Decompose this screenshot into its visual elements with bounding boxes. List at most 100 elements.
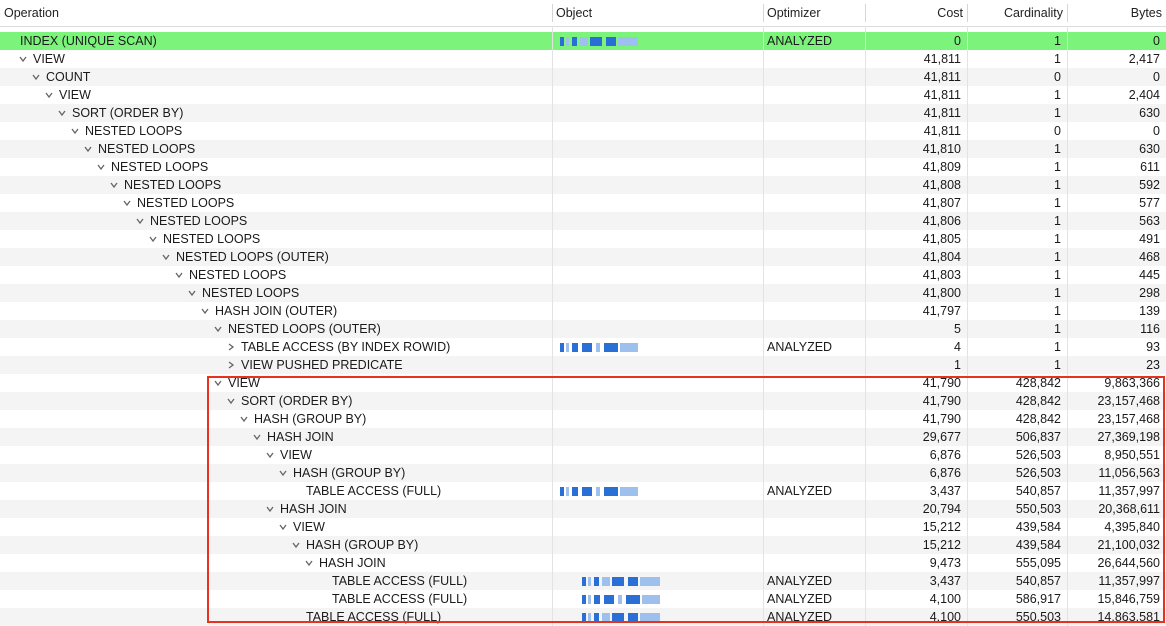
chevron-down-icon[interactable]: [225, 392, 237, 410]
chevron-down-icon[interactable]: [277, 518, 289, 536]
chevron-down-icon[interactable]: [56, 104, 68, 122]
chevron-down-icon[interactable]: [43, 86, 55, 104]
chevron-down-icon[interactable]: [121, 194, 133, 212]
bytes-cell: 592: [1139, 178, 1160, 192]
operation-label: VIEW: [228, 376, 260, 390]
table-row[interactable]: NESTED LOOPS 41,805 1 491: [0, 230, 1166, 248]
chevron-down-icon[interactable]: [238, 410, 250, 428]
optimizer-cell: [763, 104, 865, 122]
object-cell: [552, 482, 763, 500]
table-row[interactable]: TABLE ACCESS (FULL) ANALYZED 4,100 550,503 1…: [0, 608, 1166, 626]
table-row[interactable]: TABLE ACCESS (FULL) ANALYZED 3,437 540,857 1…: [0, 482, 1166, 500]
table-row[interactable]: VIEW 41,811 1 2,417: [0, 50, 1166, 68]
chevron-down-icon[interactable]: [199, 302, 211, 320]
operation-cell: TABLE ACCESS (FULL): [0, 572, 552, 590]
chevron-down-icon[interactable]: [69, 122, 81, 140]
chevron-down-icon[interactable]: [108, 176, 120, 194]
header-bytes[interactable]: Bytes: [1067, 0, 1166, 26]
operation-label: TABLE ACCESS (FULL): [306, 484, 442, 498]
header-operation[interactable]: Operation: [0, 0, 552, 26]
table-row[interactable]: TABLE ACCESS (BY INDEX ROWID) ANALYZED 4 1 9…: [0, 338, 1166, 356]
table-row[interactable]: HASH JOIN 20,794 550,503 20,368,611: [0, 500, 1166, 518]
column-divider: [865, 26, 866, 626]
table-row[interactable]: TABLE ACCESS (FULL) ANALYZED 4,100 586,917 1…: [0, 590, 1166, 608]
header-optimizer[interactable]: Optimizer: [763, 0, 865, 26]
chevron-down-icon[interactable]: [264, 500, 276, 518]
operation-cell: TABLE ACCESS (FULL): [0, 482, 552, 500]
object-cell: [552, 248, 763, 266]
table-row[interactable]: VIEW 41,811 1 2,404: [0, 86, 1166, 104]
chevron-down-icon[interactable]: [290, 536, 302, 554]
table-row[interactable]: VIEW PUSHED PREDICATE 1 1 23: [0, 356, 1166, 374]
cost-cell: 41,804: [922, 250, 961, 264]
chevron-down-icon[interactable]: [82, 140, 94, 158]
table-row[interactable]: SORT (ORDER BY) 41,811 1 630: [0, 104, 1166, 122]
table-row[interactable]: HASH JOIN (OUTER) 41,797 1 139: [0, 302, 1166, 320]
chevron-down-icon[interactable]: [134, 212, 146, 230]
cardinality-cell: 1: [1054, 196, 1061, 210]
cost-cell: 9,473: [929, 556, 961, 570]
optimizer-cell: ANALYZED: [767, 574, 833, 588]
table-row[interactable]: HASH JOIN 9,473 555,095 26,644,560: [0, 554, 1166, 572]
table-row[interactable]: NESTED LOOPS (OUTER) 5 1 116: [0, 320, 1166, 338]
chevron-down-icon[interactable]: [277, 464, 289, 482]
bytes-cell: 577: [1139, 196, 1160, 210]
table-row[interactable]: NESTED LOOPS (OUTER) 41,804 1 468: [0, 248, 1166, 266]
table-row[interactable]: NESTED LOOPS 41,808 1 592: [0, 176, 1166, 194]
operation-cell: HASH JOIN: [0, 554, 552, 572]
object-cell: [552, 446, 763, 464]
chevron-down-icon[interactable]: [95, 158, 107, 176]
operation-cell: SORT (ORDER BY): [0, 104, 552, 122]
table-row[interactable]: VIEW 41,790 428,842 9,863,366: [0, 374, 1166, 392]
table-row[interactable]: COUNT 41,811 0 0: [0, 68, 1166, 86]
table-row[interactable]: HASH JOIN 29,677 506,837 27,369,198: [0, 428, 1166, 446]
chevron-down-icon[interactable]: [147, 230, 159, 248]
chevron-right-icon[interactable]: [225, 356, 237, 374]
chevron-down-icon[interactable]: [186, 284, 198, 302]
table-row[interactable]: VIEW 6,876 526,503 8,950,551: [0, 446, 1166, 464]
cost-cell: 41,810: [922, 142, 961, 156]
cost-cell: 29,677: [922, 430, 961, 444]
table-row[interactable]: INDEX (UNIQUE SCAN) ANALYZED 0 1 0: [0, 32, 1166, 50]
chevron-down-icon[interactable]: [251, 428, 263, 446]
table-row[interactable]: HASH (GROUP BY) 41,790 428,842 23,157,468: [0, 410, 1166, 428]
operation-label: VIEW: [293, 520, 325, 534]
table-row[interactable]: NESTED LOOPS 41,803 1 445: [0, 266, 1166, 284]
chevron-down-icon[interactable]: [160, 248, 172, 266]
chevron-down-icon[interactable]: [173, 266, 185, 284]
cost-cell: 3,437: [929, 574, 961, 588]
optimizer-cell: [763, 356, 865, 374]
header-cost[interactable]: Cost: [865, 0, 967, 26]
table-row[interactable]: VIEW 15,212 439,584 4,395,840: [0, 518, 1166, 536]
chevron-down-icon[interactable]: [212, 374, 224, 392]
chevron-down-icon[interactable]: [30, 68, 42, 86]
table-row[interactable]: NESTED LOOPS 41,807 1 577: [0, 194, 1166, 212]
header-cardinality[interactable]: Cardinality: [967, 0, 1067, 26]
bytes-cell: 11,357,997: [1098, 484, 1160, 498]
table-row[interactable]: NESTED LOOPS 41,806 1 563: [0, 212, 1166, 230]
table-row[interactable]: HASH (GROUP BY) 6,876 526,503 11,056,563: [0, 464, 1166, 482]
bytes-cell: 9,863,366: [1104, 376, 1160, 390]
table-row[interactable]: NESTED LOOPS 41,810 1 630: [0, 140, 1166, 158]
chevron-down-icon[interactable]: [303, 554, 315, 572]
optimizer-cell: [763, 284, 865, 302]
chevron-down-icon[interactable]: [17, 50, 29, 68]
table-row[interactable]: TABLE ACCESS (FULL) ANALYZED 3,437 540,857 1…: [0, 572, 1166, 590]
chevron-right-icon[interactable]: [225, 338, 237, 356]
chevron-down-icon[interactable]: [264, 446, 276, 464]
chevron-down-icon[interactable]: [212, 320, 224, 338]
cost-cell: 41,809: [922, 160, 961, 174]
optimizer-cell: [763, 176, 865, 194]
table-row[interactable]: NESTED LOOPS 41,800 1 298: [0, 284, 1166, 302]
cardinality-cell: 1: [1054, 142, 1061, 156]
optimizer-cell: ANALYZED: [767, 484, 833, 498]
table-row[interactable]: HASH (GROUP BY) 15,212 439,584 21,100,032: [0, 536, 1166, 554]
cost-cell: 6,876: [929, 466, 961, 480]
optimizer-cell: [763, 554, 865, 572]
cardinality-cell: 428,842: [1015, 394, 1061, 408]
table-row[interactable]: NESTED LOOPS 41,809 1 611: [0, 158, 1166, 176]
object-cell: [552, 68, 763, 86]
table-row[interactable]: SORT (ORDER BY) 41,790 428,842 23,157,468: [0, 392, 1166, 410]
table-row[interactable]: NESTED LOOPS 41,811 0 0: [0, 122, 1166, 140]
header-object[interactable]: Object: [552, 0, 763, 26]
